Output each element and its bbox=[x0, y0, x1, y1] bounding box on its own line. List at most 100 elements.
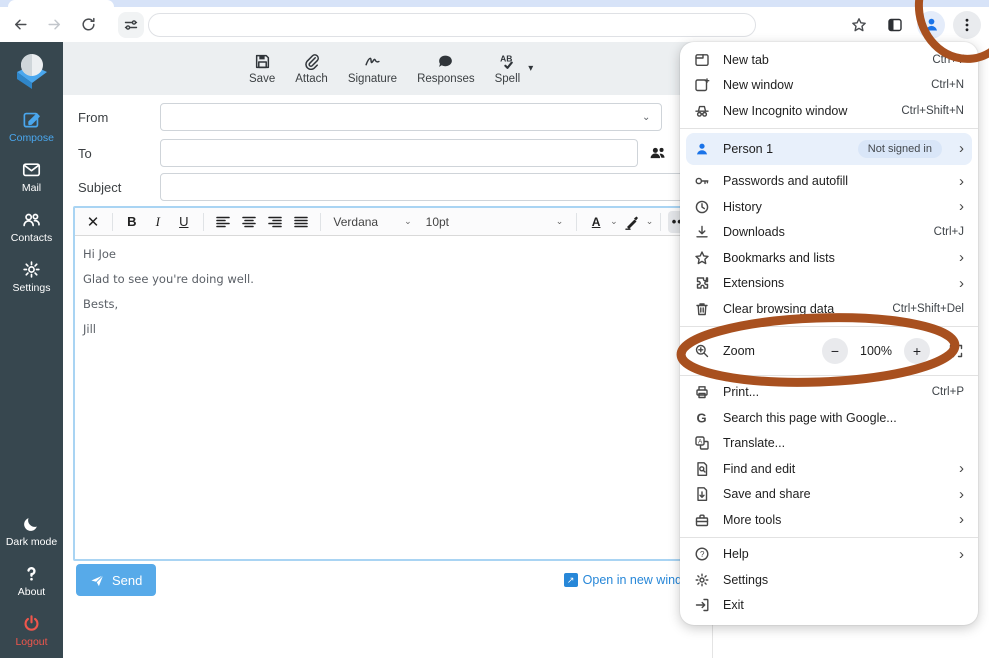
menu-item-label: Zoom bbox=[723, 344, 809, 358]
signature-button-label: Signature bbox=[348, 73, 397, 85]
save-button[interactable]: Save bbox=[241, 49, 283, 89]
menu-item-label: History bbox=[723, 200, 946, 214]
menu-item-passwords-and-autofill[interactable]: Passwords and autofill› bbox=[680, 169, 978, 195]
align-right-icon[interactable] bbox=[263, 211, 287, 233]
menu-item-label: Bookmarks and lists bbox=[723, 251, 946, 265]
menu-item-clear-browsing-data[interactable]: Clear browsing dataCtrl+Shift+Del bbox=[680, 296, 978, 322]
attach-button-label: Attach bbox=[295, 73, 328, 85]
menu-item-label: New Incognito window bbox=[723, 104, 888, 118]
menu-item-search-with-google[interactable]: GSearch this page with Google... bbox=[680, 405, 978, 431]
text-color-icon[interactable]: A bbox=[584, 211, 608, 233]
svg-text:?: ? bbox=[700, 550, 705, 559]
font-size-select[interactable]: 10pt⌄ bbox=[420, 215, 570, 229]
highlight-color-caret-icon[interactable]: ⌄ bbox=[646, 216, 654, 227]
menu-item-more-tools[interactable]: More tools› bbox=[680, 507, 978, 533]
menu-item-label: Translate... bbox=[723, 436, 964, 450]
sidebar-item-label: Mail bbox=[22, 182, 41, 194]
bold-icon[interactable]: B bbox=[120, 211, 144, 233]
spell-dropdown-caret-icon[interactable]: ▾ bbox=[528, 63, 533, 74]
sidebar-item-compose[interactable]: Compose bbox=[0, 110, 63, 144]
menu-divider bbox=[680, 537, 978, 538]
sidebar-item-contacts[interactable]: Contacts bbox=[0, 210, 63, 244]
puzzle-icon bbox=[694, 275, 710, 291]
tab-strip bbox=[0, 0, 989, 7]
menu-item-new-window[interactable]: New windowCtrl+N bbox=[680, 73, 978, 99]
add-contact-button[interactable] bbox=[643, 139, 671, 167]
highlight-color-icon[interactable] bbox=[620, 211, 644, 233]
back-button[interactable] bbox=[6, 11, 34, 39]
align-center-icon[interactable] bbox=[237, 211, 261, 233]
menu-item-shortcut: Ctrl+J bbox=[934, 226, 964, 238]
signature-button[interactable]: Signature bbox=[340, 49, 405, 89]
zoom-out-button[interactable]: − bbox=[822, 338, 848, 364]
menu-item-shortcut: Ctrl+P bbox=[932, 386, 964, 398]
browser-menu-button[interactable] bbox=[953, 11, 981, 39]
question-icon bbox=[22, 564, 41, 583]
person-icon bbox=[694, 141, 710, 157]
open-in-new-window-link[interactable]: ↗ Open in new window bbox=[564, 573, 698, 587]
remove-format-icon[interactable]: ✕ bbox=[81, 211, 105, 233]
send-button[interactable]: Send bbox=[76, 564, 156, 596]
underline-icon[interactable]: U bbox=[172, 211, 196, 233]
editor-format-toolbar: ✕ B I U Verdana⌄ 10pt⌄ A ⌄ ⌄ ••• bbox=[75, 208, 698, 236]
from-label: From bbox=[63, 110, 160, 125]
new-window-icon bbox=[694, 77, 710, 93]
menu-item-new-incognito-window[interactable]: New Incognito windowCtrl+Shift+N bbox=[680, 98, 978, 124]
menu-item-bookmarks-and-lists[interactable]: Bookmarks and lists› bbox=[680, 245, 978, 271]
profile-avatar-button[interactable] bbox=[917, 11, 945, 39]
message-editor: ✕ B I U Verdana⌄ 10pt⌄ A ⌄ ⌄ ••• Hi Joe G… bbox=[73, 206, 700, 561]
submenu-chevron-icon: › bbox=[959, 199, 964, 214]
sidebar-item-settings[interactable]: Settings bbox=[0, 260, 63, 294]
bookmark-star-icon[interactable] bbox=[845, 11, 873, 39]
menu-item-translate[interactable]: ATranslate... bbox=[680, 431, 978, 457]
align-left-icon[interactable] bbox=[211, 211, 235, 233]
reload-button[interactable] bbox=[74, 11, 102, 39]
menu-item-extensions[interactable]: Extensions› bbox=[680, 271, 978, 297]
menu-item-label: Person 1 bbox=[723, 142, 845, 156]
spell-icon: AB bbox=[499, 53, 516, 70]
sidebar-item-mail[interactable]: Mail bbox=[0, 160, 63, 194]
message-body-line: Hi Joe bbox=[83, 247, 690, 261]
address-bar-input[interactable] bbox=[148, 13, 756, 37]
text-color-caret-icon[interactable]: ⌄ bbox=[610, 216, 618, 227]
sidebar-item-logout[interactable]: Logout bbox=[0, 614, 63, 648]
responses-button[interactable]: Responses bbox=[409, 49, 483, 89]
sidebar-item-about[interactable]: About bbox=[0, 564, 63, 598]
message-body-line: Bests, bbox=[83, 297, 690, 311]
from-select[interactable] bbox=[160, 103, 662, 131]
menu-item-downloads[interactable]: DownloadsCtrl+J bbox=[680, 220, 978, 246]
menu-item-help[interactable]: ?Help› bbox=[680, 542, 978, 568]
menu-item-zoom[interactable]: Zoom − 100% + bbox=[680, 331, 978, 371]
side-panel-icon[interactable] bbox=[881, 11, 909, 39]
trash-icon bbox=[694, 301, 710, 317]
active-tab[interactable] bbox=[8, 0, 114, 7]
menu-item-find-and-edit[interactable]: Find and edit› bbox=[680, 456, 978, 482]
font-family-select[interactable]: Verdana⌄ bbox=[327, 215, 417, 229]
subject-input[interactable] bbox=[160, 173, 697, 201]
sidebar-item-label: Compose bbox=[9, 132, 54, 144]
menu-item-history[interactable]: History › bbox=[680, 194, 978, 220]
site-settings-tune-icon[interactable] bbox=[118, 12, 144, 38]
fullscreen-button[interactable] bbox=[948, 343, 964, 359]
attach-button[interactable]: Attach bbox=[287, 49, 336, 89]
menu-item-exit[interactable]: Exit bbox=[680, 593, 978, 619]
message-body-line: Glad to see you're doing well. bbox=[83, 272, 690, 286]
to-input[interactable] bbox=[160, 139, 638, 167]
spell-button[interactable]: ABSpell bbox=[487, 49, 529, 89]
menu-item-print[interactable]: Print... Ctrl+P bbox=[680, 380, 978, 406]
italic-icon[interactable]: I bbox=[146, 211, 170, 233]
forward-button[interactable] bbox=[40, 11, 68, 39]
align-justify-icon[interactable] bbox=[289, 211, 313, 233]
subject-label: Subject bbox=[63, 180, 160, 195]
zoom-in-button[interactable]: + bbox=[904, 338, 930, 364]
menu-item-profile[interactable]: Person 1Not signed in› bbox=[686, 133, 972, 165]
menu-item-save-and-share[interactable]: Save and share› bbox=[680, 482, 978, 508]
sidebar-item-dark-mode[interactable]: Dark mode bbox=[0, 514, 63, 548]
menu-item-new-tab[interactable]: New tabCtrl+T bbox=[680, 47, 978, 73]
menu-item-label: Print... bbox=[723, 385, 919, 399]
menu-item-settings[interactable]: Settings bbox=[680, 567, 978, 593]
find-edit-icon bbox=[694, 461, 710, 477]
message-body[interactable]: Hi Joe Glad to see you're doing well. Best… bbox=[75, 236, 698, 358]
google-g-icon: G bbox=[694, 410, 710, 426]
app-sidebar: Compose Mail Contacts Settings Dark mode Abo… bbox=[0, 42, 63, 658]
